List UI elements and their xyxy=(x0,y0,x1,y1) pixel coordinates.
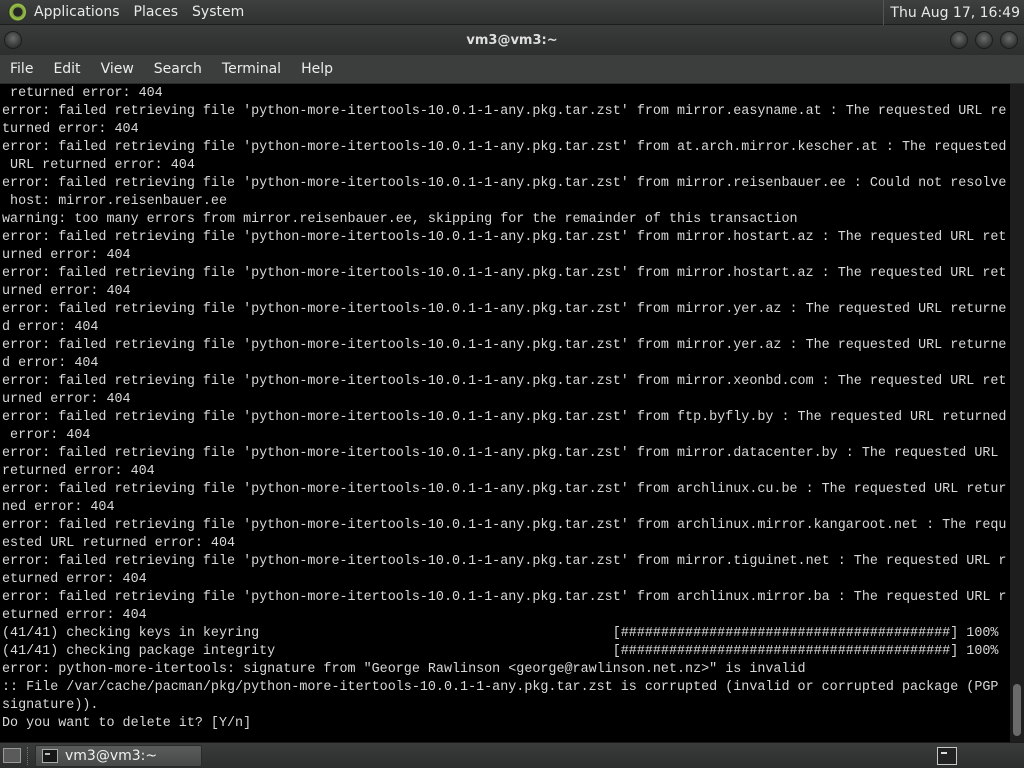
panel-menu-applications[interactable]: Applications xyxy=(34,4,120,20)
terminal-line: ested URL returned error: 404 xyxy=(2,536,236,551)
menu-view[interactable]: View xyxy=(101,61,134,77)
menu-edit[interactable]: Edit xyxy=(53,61,80,77)
scrollbar-thumb[interactable] xyxy=(1013,684,1021,736)
terminal-line: returned error: 404 xyxy=(2,464,155,479)
terminal-line: error: failed retrieving file 'python-mo… xyxy=(2,410,1007,425)
menu-help[interactable]: Help xyxy=(301,61,333,77)
close-button[interactable] xyxy=(1000,31,1018,49)
panel-menu-places[interactable]: Places xyxy=(134,4,179,20)
panel-right-area: Thu Aug 17, 16:49 xyxy=(883,0,1024,25)
terminal-line: error: failed retrieving file 'python-mo… xyxy=(2,338,1007,353)
terminal-line: urned error: 404 xyxy=(2,392,131,407)
terminal-line: (41/41) checking keys in keyring [######… xyxy=(2,626,999,641)
terminal-line: error: failed retrieving file 'python-mo… xyxy=(2,482,1007,497)
terminal-line: error: failed retrieving file 'python-mo… xyxy=(2,176,1007,191)
show-desktop-icon[interactable] xyxy=(3,748,21,763)
terminal-line: error: python-more-itertools: signature … xyxy=(2,662,806,677)
panel-separator xyxy=(883,0,885,25)
terminal-line: error: failed retrieving file 'python-mo… xyxy=(2,140,1007,155)
terminal-line: d error: 404 xyxy=(2,356,99,371)
terminal-line: error: failed retrieving file 'python-mo… xyxy=(2,374,1007,389)
terminal-line: signature)). xyxy=(2,698,99,713)
panel-menu-system[interactable]: System xyxy=(192,4,244,20)
terminal-scrollbar[interactable] xyxy=(1010,84,1024,742)
terminal-line: error: failed retrieving file 'python-mo… xyxy=(2,590,1007,605)
terminal-line: warning: too many errors from mirror.rei… xyxy=(2,212,798,227)
terminal-line: eturned error: 404 xyxy=(2,608,147,623)
window-menu-button[interactable] xyxy=(4,31,22,49)
terminal-line: error: failed retrieving file 'python-mo… xyxy=(2,446,999,461)
terminal-line: error: failed retrieving file 'python-mo… xyxy=(2,554,1007,569)
terminal-line: error: 404 xyxy=(2,428,91,443)
taskbar-button-label: vm3@vm3:~ xyxy=(65,748,158,764)
terminal-output[interactable]: returned error: 404 error: failed retriev… xyxy=(0,84,1010,742)
window-title-bar[interactable]: vm3@vm3:~ xyxy=(0,25,1024,55)
terminal-line: eturned error: 404 xyxy=(2,572,147,587)
terminal-menu-bar: File Edit View Search Terminal Help xyxy=(0,55,1024,84)
terminal-line: error: failed retrieving file 'python-mo… xyxy=(2,266,1007,281)
terminal-line: ned error: 404 xyxy=(2,500,115,515)
terminal-line: turned error: 404 xyxy=(2,122,139,137)
terminal-line: error: failed retrieving file 'python-mo… xyxy=(2,302,1007,317)
terminal-line: (41/41) checking package integrity [####… xyxy=(2,644,999,659)
terminal-icon xyxy=(42,749,58,763)
bottom-panel: vm3@vm3:~ xyxy=(0,742,1024,768)
terminal-line: URL returned error: 404 xyxy=(2,158,195,173)
window-title: vm3@vm3:~ xyxy=(466,32,558,48)
terminal-line: urned error: 404 xyxy=(2,248,131,263)
clock[interactable]: Thu Aug 17, 16:49 xyxy=(890,5,1020,21)
terminal-line: returned error: 404 xyxy=(2,86,163,101)
terminal-line: error: failed retrieving file 'python-mo… xyxy=(2,104,1007,119)
terminal-line: Do you want to delete it? [Y/n] xyxy=(2,716,252,731)
menu-terminal[interactable]: Terminal xyxy=(222,61,281,77)
top-panel: Applications Places System Thu Aug 17, 1… xyxy=(0,0,1024,25)
minimize-button[interactable] xyxy=(950,31,968,49)
terminal-line: urned error: 404 xyxy=(2,284,131,299)
terminal-line: error: failed retrieving file 'python-mo… xyxy=(2,518,1007,533)
menu-file[interactable]: File xyxy=(10,61,33,77)
taskbar-button-terminal[interactable]: vm3@vm3:~ xyxy=(35,745,202,767)
panel-handle[interactable] xyxy=(27,747,29,765)
menu-search[interactable]: Search xyxy=(154,61,202,77)
terminal-line: error: failed retrieving file 'python-mo… xyxy=(2,230,1007,245)
terminal-line: d error: 404 xyxy=(2,320,99,335)
terminal-line: host: mirror.reisenbauer.ee xyxy=(2,194,227,209)
terminal-lines: returned error: 404 error: failed retriev… xyxy=(2,85,1006,733)
workspace-switcher-icon[interactable] xyxy=(937,747,957,765)
terminal-line: :: File /var/cache/pacman/pkg/python-mor… xyxy=(2,680,999,695)
distro-logo-icon[interactable] xyxy=(8,3,26,21)
maximize-button[interactable] xyxy=(975,31,993,49)
